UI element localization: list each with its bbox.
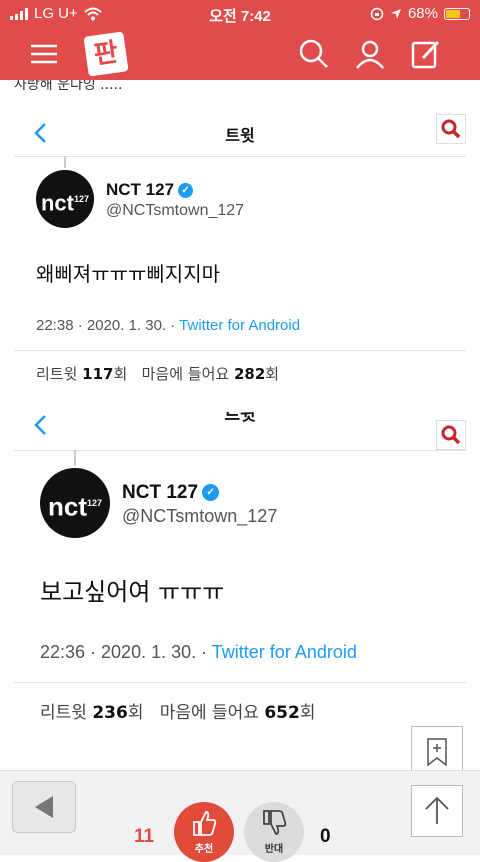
like-label: 마음에 들어요 <box>141 365 234 383</box>
like-count[interactable]: 652 <box>264 703 300 723</box>
divider <box>14 682 466 683</box>
tweet-timestamp: 22:36 · 2020. 1. 30. · Twitter for Andro… <box>40 642 357 662</box>
avatar[interactable]: nct127 <box>40 468 110 538</box>
search-icon <box>441 425 461 445</box>
user-handle: @NCTsmtown_127 <box>122 506 278 526</box>
tweet-header-title: 트윗 <box>225 126 255 145</box>
retweet-unit: 회 <box>113 365 128 383</box>
like-unit: 회 <box>265 365 280 383</box>
divider <box>14 350 466 351</box>
write-icon[interactable] <box>410 38 442 70</box>
verified-badge-icon: ✓ <box>202 484 220 502</box>
upvote-label: 추천 <box>194 844 214 855</box>
location-icon <box>390 8 401 19</box>
avatar[interactable]: nct127 <box>36 170 94 228</box>
retweet-count[interactable]: 236 <box>92 703 128 723</box>
app-header: 판 <box>0 28 480 80</box>
bottom-action-bar <box>0 770 480 855</box>
thumbs-down-icon <box>263 810 287 835</box>
upvote-count: 11 <box>134 826 155 847</box>
thumbs-up-icon <box>193 811 217 836</box>
tweet-source-link[interactable]: Twitter for Android <box>179 317 300 334</box>
downvote-label: 반대 <box>264 844 284 855</box>
like-label: 마음에 들어요 <box>159 703 265 723</box>
like-unit: 회 <box>299 703 316 723</box>
retweet-unit: 회 <box>127 703 144 723</box>
back-arrow-icon <box>35 796 53 818</box>
arrow-up-icon <box>425 796 449 824</box>
verified-badge-icon: ✓ <box>178 183 194 199</box>
tweet-source-link[interactable]: Twitter for Android <box>212 642 357 662</box>
display-name[interactable]: NCT 127 ✓ <box>106 180 194 200</box>
status-bar: LG U+ 오전 7:42 68% <box>0 0 480 28</box>
tweet-header: 트윗 <box>14 112 466 157</box>
tweet-text: 왜삐져ㅠㅠㅠ삐지지마 <box>36 262 220 286</box>
pann-logo[interactable]: 판 <box>83 31 129 77</box>
tweet-header: 트윗 <box>14 410 466 451</box>
tweet-card: 트윗 nct127 NCT 127 ✓ @NCTsmtown_127 왜삐져ㅠㅠㅠ… <box>14 112 466 402</box>
menu-icon[interactable] <box>28 38 60 70</box>
battery-icon <box>444 7 470 20</box>
search-icon <box>441 119 461 139</box>
search-icon[interactable] <box>298 38 330 70</box>
rotation-lock-icon <box>370 7 384 20</box>
display-name[interactable]: NCT 127 ✓ <box>122 482 220 504</box>
tweet-header-title: 트윗 <box>224 412 256 424</box>
upvote-button[interactable]: 추천 <box>174 802 234 862</box>
tweet-stats: 리트윗 236회 마음에 들어요 652회 <box>40 698 315 723</box>
retweet-label: 리트윗 <box>40 703 93 723</box>
tweet-search-button[interactable] <box>436 420 466 450</box>
thread-line <box>74 450 76 466</box>
thread-line <box>64 156 66 168</box>
tweet-search-button[interactable] <box>436 114 466 144</box>
downvote-button[interactable]: 반대 <box>244 802 304 862</box>
user-icon[interactable] <box>354 38 386 70</box>
tweet-card: 트윗 nct127 NCT 127 ✓ @NCTsmtown_127 보고싶어여 … <box>14 410 466 740</box>
tweet-text: 보고싶어여 ㅠㅠㅠ <box>40 578 225 606</box>
scroll-top-button[interactable] <box>411 785 463 837</box>
post-text-fragment: 사랑해 운다잉 ..... <box>14 80 123 93</box>
like-count[interactable]: 282 <box>234 365 265 383</box>
downvote-count: 0 <box>320 826 331 847</box>
back-button[interactable] <box>12 781 76 833</box>
battery-percent: 68% <box>407 5 438 22</box>
retweet-label: 리트윗 <box>36 365 83 383</box>
tweet-stats: 리트윗 117회 마음에 들어요 282회 <box>36 363 279 384</box>
user-handle: @NCTsmtown_127 <box>106 202 245 219</box>
retweet-count[interactable]: 117 <box>82 365 113 383</box>
tweet-timestamp: 22:38 · 2020. 1. 30. · Twitter for Andro… <box>36 317 301 334</box>
